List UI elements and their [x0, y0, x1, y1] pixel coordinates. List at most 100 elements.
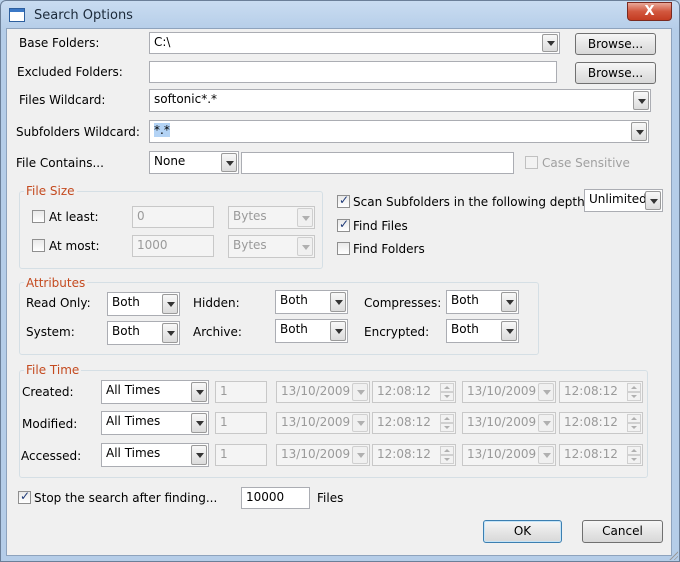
chevron-down-icon[interactable]: [501, 292, 517, 312]
stop-search-checkbox[interactable]: [18, 489, 31, 504]
chevron-down-icon[interactable]: [352, 414, 368, 432]
created-time-from-value: 12:08:12: [377, 384, 431, 398]
read-only-value: Both: [112, 295, 140, 309]
encrypted-select[interactable]: Both: [446, 319, 519, 343]
chevron-down-icon[interactable]: [538, 414, 554, 432]
spinner-icon[interactable]: [440, 446, 454, 464]
files-wildcard-combo[interactable]: softonic*.*: [149, 89, 651, 112]
scan-subfolders-checkbox[interactable]: [337, 193, 350, 208]
ok-button[interactable]: OK: [483, 520, 562, 543]
created-time-from[interactable]: 12:08:12: [372, 381, 456, 403]
at-most-checkbox[interactable]: [32, 239, 45, 252]
stop-count-input[interactable]: 10000: [241, 487, 310, 509]
chevron-down-icon[interactable]: [162, 294, 178, 314]
chevron-down-icon[interactable]: [538, 446, 554, 464]
at-most-label: At most:: [49, 239, 100, 253]
base-folders-browse-button[interactable]: Browse...: [575, 33, 656, 55]
created-time-to-value: 12:08:12: [564, 384, 618, 398]
encrypted-value: Both: [451, 322, 479, 336]
chevron-down-icon[interactable]: [330, 321, 346, 341]
modified-time-to[interactable]: 12:08:12: [559, 412, 643, 434]
created-time-to[interactable]: 12:08:12: [559, 381, 643, 403]
at-most-input[interactable]: 1000: [132, 235, 214, 257]
accessed-count-input[interactable]: 1: [215, 444, 267, 466]
scan-depth-select[interactable]: Unlimited: [584, 189, 663, 212]
at-most-unit-value: Bytes: [233, 238, 267, 252]
cancel-button[interactable]: Cancel: [582, 520, 663, 543]
base-folders-combo[interactable]: C:\: [149, 32, 560, 54]
subfolders-wildcard-label: Subfolders Wildcard:: [16, 125, 140, 139]
find-folders-checkbox[interactable]: [337, 242, 350, 255]
chevron-down-icon[interactable]: [191, 445, 207, 465]
accessed-time-to-value: 12:08:12: [564, 447, 618, 461]
find-files-checkbox[interactable]: [337, 217, 350, 232]
chevron-down-icon[interactable]: [542, 34, 558, 52]
find-folders-label: Find Folders: [353, 242, 425, 256]
compresses-select[interactable]: Both: [446, 290, 519, 314]
excluded-folders-label: Excluded Folders:: [17, 65, 123, 79]
created-date-from-value: 13/10/2009: [281, 384, 351, 398]
system-select[interactable]: Both: [107, 321, 180, 345]
scan-subfolders-label: Scan Subfolders in the following depth:: [353, 195, 589, 209]
spinner-icon[interactable]: [627, 383, 641, 401]
created-mode-select[interactable]: All Times: [101, 380, 209, 404]
read-only-select[interactable]: Both: [107, 292, 180, 316]
at-least-checkbox[interactable]: [32, 210, 45, 223]
chevron-down-icon[interactable]: [191, 382, 207, 402]
file-contains-input[interactable]: [241, 152, 514, 174]
system-value: Both: [112, 324, 140, 338]
modified-count-input[interactable]: 1: [215, 412, 267, 434]
accessed-date-to[interactable]: 13/10/2009: [462, 444, 556, 466]
spinner-icon[interactable]: [627, 446, 641, 464]
accessed-date-from-value: 13/10/2009: [281, 447, 351, 461]
chevron-down-icon[interactable]: [297, 237, 313, 256]
subfolders-wildcard-value: *.*: [154, 123, 170, 137]
chevron-down-icon[interactable]: [645, 191, 661, 210]
created-date-to[interactable]: 13/10/2009: [462, 381, 556, 403]
chevron-down-icon[interactable]: [352, 446, 368, 464]
accessed-mode-select[interactable]: All Times: [101, 443, 209, 467]
at-least-unit-select[interactable]: Bytes: [228, 206, 315, 229]
at-most-unit-select[interactable]: Bytes: [228, 235, 315, 258]
accessed-date-from[interactable]: 13/10/2009: [276, 444, 370, 466]
archive-select[interactable]: Both: [275, 319, 348, 343]
chevron-down-icon[interactable]: [352, 383, 368, 401]
chevron-down-icon[interactable]: [501, 321, 517, 341]
file-contains-mode-select[interactable]: None: [149, 151, 239, 174]
created-count-input[interactable]: 1: [215, 381, 267, 403]
chevron-down-icon[interactable]: [633, 91, 649, 110]
find-files-label: Find Files: [353, 219, 408, 233]
case-sensitive-checkbox[interactable]: [525, 156, 538, 169]
spinner-icon[interactable]: [440, 414, 454, 432]
chevron-down-icon[interactable]: [162, 323, 178, 343]
created-date-from[interactable]: 13/10/2009: [276, 381, 370, 403]
modified-time-from-value: 12:08:12: [377, 415, 431, 429]
file-contains-mode-value: None: [154, 154, 186, 168]
subfolders-wildcard-combo[interactable]: *.*: [149, 120, 649, 143]
modified-date-to[interactable]: 13/10/2009: [462, 412, 556, 434]
excluded-folders-input[interactable]: [149, 61, 557, 83]
read-only-label: Read Only:: [26, 296, 91, 310]
spinner-icon[interactable]: [440, 383, 454, 401]
close-button[interactable]: X: [627, 2, 672, 21]
excluded-folders-browse-button[interactable]: Browse...: [575, 62, 656, 84]
chevron-down-icon[interactable]: [330, 292, 346, 312]
spinner-icon[interactable]: [627, 414, 641, 432]
chevron-down-icon[interactable]: [191, 413, 207, 433]
accessed-time-to[interactable]: 12:08:12: [559, 444, 643, 466]
case-sensitive-label: Case Sensitive: [542, 156, 630, 170]
chevron-down-icon[interactable]: [297, 208, 313, 227]
modified-date-from[interactable]: 13/10/2009: [276, 412, 370, 434]
modified-time-from[interactable]: 12:08:12: [372, 412, 456, 434]
hidden-select[interactable]: Both: [275, 290, 348, 314]
modified-time-to-value: 12:08:12: [564, 415, 618, 429]
at-least-input[interactable]: 0: [132, 206, 214, 228]
archive-value: Both: [280, 322, 308, 336]
system-label: System:: [26, 325, 75, 339]
chevron-down-icon[interactable]: [631, 122, 647, 141]
chevron-down-icon[interactable]: [221, 153, 237, 172]
accessed-time-from[interactable]: 12:08:12: [372, 444, 456, 466]
modified-mode-select[interactable]: All Times: [101, 411, 209, 435]
chevron-down-icon[interactable]: [538, 383, 554, 401]
scan-depth-value: Unlimited: [589, 192, 647, 206]
